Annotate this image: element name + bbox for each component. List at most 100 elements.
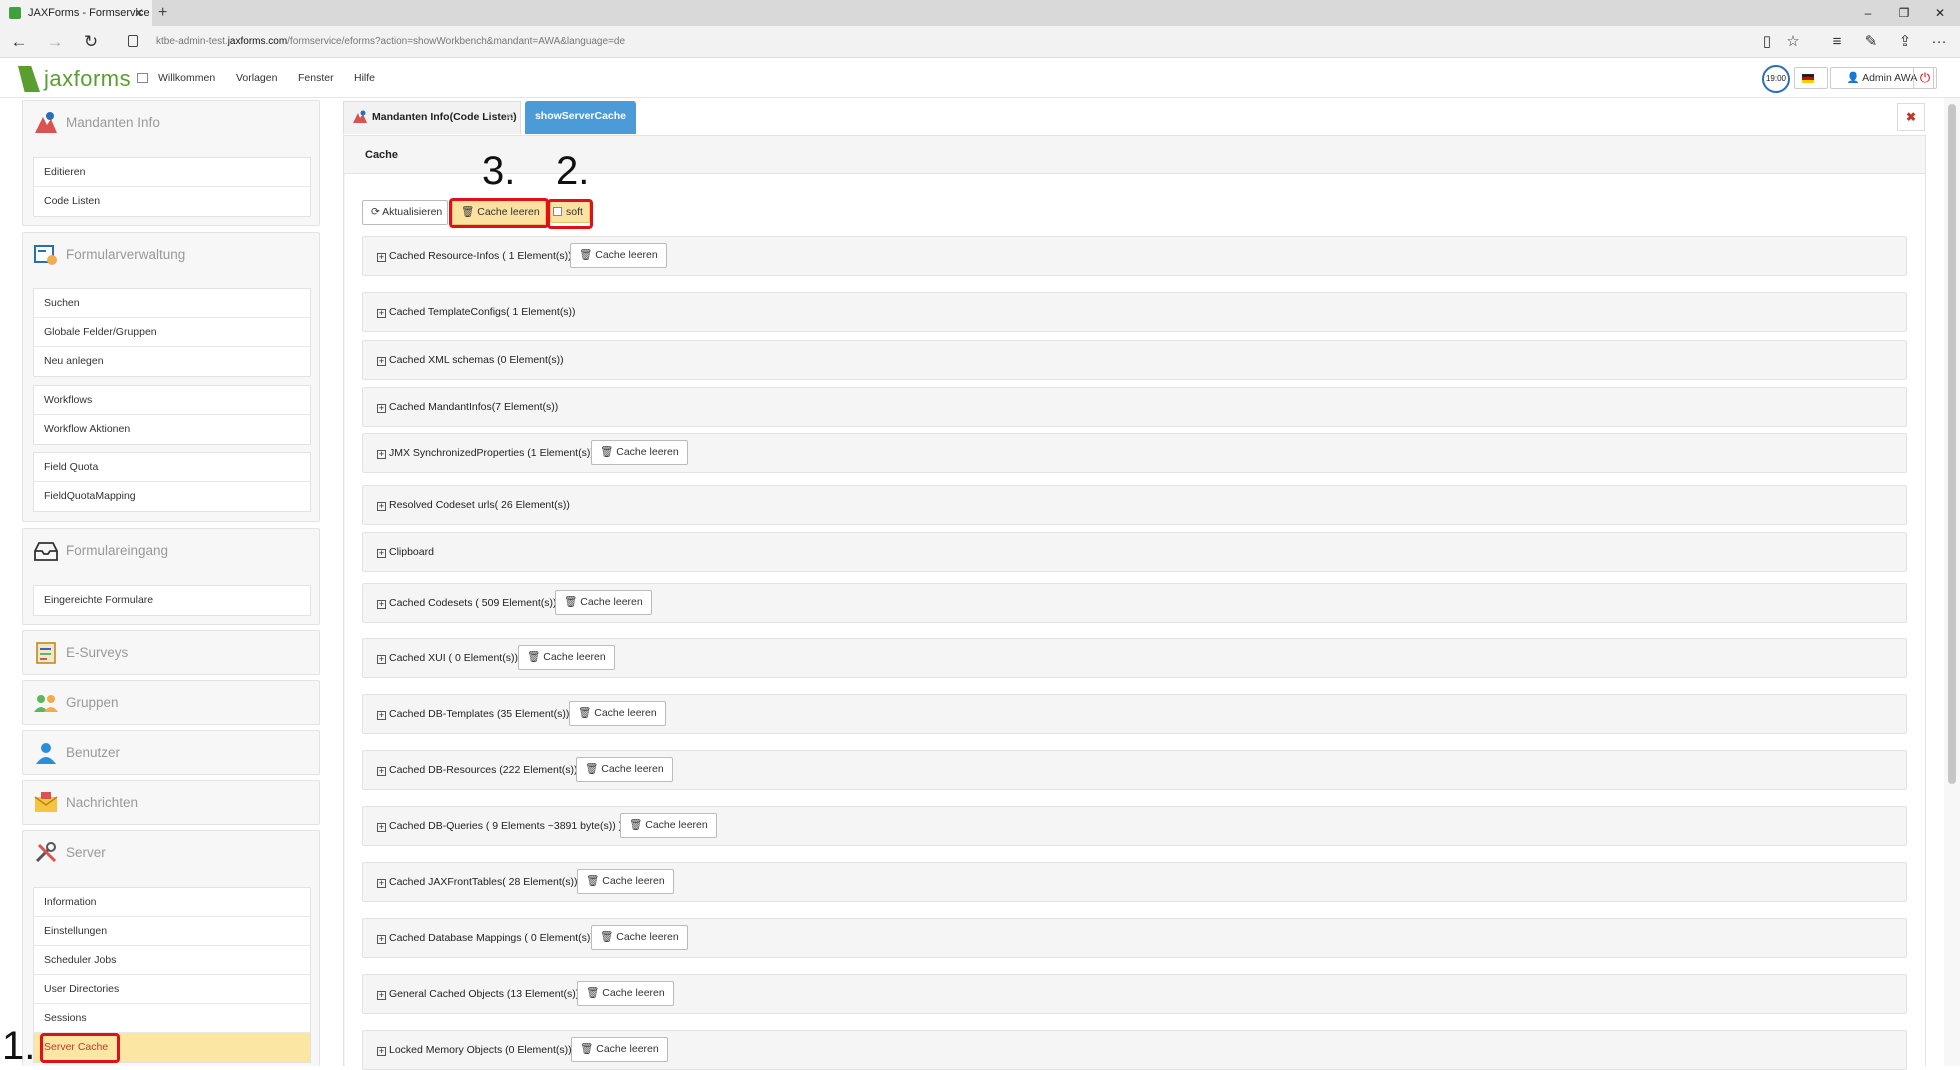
cache-row: + Locked Memory Objects (0 Element(s)) 🗑 … bbox=[362, 1030, 1907, 1070]
cache-row-label[interactable]: + Cached XUI ( 0 Element(s)) bbox=[377, 639, 518, 677]
panel-gruppen[interactable]: Gruppen bbox=[22, 680, 320, 725]
cache-row-label[interactable]: + Cached DB-Resources (222 Element(s)) bbox=[377, 751, 578, 789]
more-icon[interactable]: ··· bbox=[1924, 26, 1954, 58]
cache-row-text: Cached MandantInfos(7 Element(s)) bbox=[389, 401, 559, 413]
cache-row-label[interactable]: + JMX SynchronizedProperties (1 Element(s… bbox=[377, 434, 594, 472]
panel-header[interactable]: Gruppen bbox=[23, 681, 319, 725]
panel-benutzer[interactable]: Benutzer bbox=[22, 730, 320, 775]
cache-row-label[interactable]: + Cached Codesets ( 509 Element(s)) bbox=[377, 584, 557, 622]
sidebar-item-workflows[interactable]: Workflows bbox=[34, 386, 310, 415]
form-admin-icon bbox=[34, 245, 57, 265]
session-timer: 19:00 bbox=[1762, 65, 1790, 93]
highlight-soft bbox=[547, 199, 593, 229]
row-clear-cache-button[interactable]: 🗑 Cache leeren bbox=[620, 813, 717, 838]
cache-row-label[interactable]: + Cached Resource-Infos ( 1 Element(s)) bbox=[377, 237, 572, 275]
cache-row-label[interactable]: + Clipboard bbox=[377, 533, 434, 571]
cache-row-label[interactable]: + Cached DB-Queries ( 9 Elements ~3891 by… bbox=[377, 807, 622, 845]
sidebar-item-code-listen[interactable]: Code Listen bbox=[34, 187, 310, 216]
page-scrollbar[interactable] bbox=[1944, 98, 1960, 1066]
sidebar-item-scheduler-jobs[interactable]: Scheduler Jobs bbox=[34, 946, 310, 975]
sidebar-item-user-directories[interactable]: User Directories bbox=[34, 975, 310, 1004]
row-clear-label: Cache leeren bbox=[594, 707, 657, 719]
cache-row-label[interactable]: + Cached XML schemas (0 Element(s)) bbox=[377, 341, 564, 379]
panel-e-surveys[interactable]: E-Surveys bbox=[22, 630, 320, 675]
share-icon[interactable]: ⇪ bbox=[1890, 26, 1920, 58]
row-clear-cache-button[interactable]: 🗑 Cache leeren bbox=[555, 590, 652, 615]
language-button[interactable] bbox=[1794, 67, 1828, 89]
row-clear-cache-button[interactable]: 🗑 Cache leeren bbox=[577, 869, 674, 894]
close-window-icon[interactable]: ✕ bbox=[1920, 0, 1960, 26]
sidebar-item-eingereichte-formulare[interactable]: Eingereichte Formulare bbox=[34, 586, 310, 615]
browser-tab[interactable]: JAXForms - Formservice ✕ bbox=[0, 0, 152, 26]
restore-icon[interactable]: ❐ bbox=[1884, 0, 1924, 26]
row-clear-cache-button[interactable]: 🗑 Cache leeren bbox=[576, 757, 673, 782]
minimize-icon[interactable]: – bbox=[1848, 0, 1888, 26]
new-tab-icon[interactable]: + bbox=[158, 0, 167, 26]
reload-icon[interactable]: ↻ bbox=[76, 26, 106, 58]
browser-tab-title: JAXForms - Formservice bbox=[28, 7, 150, 19]
sidebar-item-information[interactable]: Information bbox=[34, 888, 310, 917]
card-title: Cache bbox=[365, 149, 399, 161]
hub-icon[interactable]: ≡ bbox=[1822, 26, 1852, 58]
refresh-button[interactable]: ⟳ Aktualisieren bbox=[362, 200, 448, 225]
cache-row-label[interactable]: + Cached MandantInfos(7 Element(s)) bbox=[377, 388, 558, 426]
back-icon[interactable]: ← bbox=[4, 26, 34, 58]
panel-header[interactable]: Nachrichten bbox=[23, 781, 319, 825]
sidebar-item-neu-anlegen[interactable]: Neu anlegen bbox=[34, 347, 310, 376]
expand-plus-icon: + bbox=[377, 356, 386, 366]
panel-header[interactable]: E-Surveys bbox=[23, 631, 319, 675]
cache-row-text: Cached Database Mappings ( 0 Element(s)) bbox=[389, 932, 594, 944]
sidebar-item-einstellungen[interactable]: Einstellungen bbox=[34, 917, 310, 946]
panel-nachrichten[interactable]: Nachrichten bbox=[22, 780, 320, 825]
tab-mandanten-info[interactable]: Mandanten Info(Code Listen) ✕ bbox=[343, 101, 521, 134]
row-clear-cache-button[interactable]: 🗑 Cache leeren bbox=[571, 1037, 668, 1062]
cache-row-label[interactable]: + Cached Database Mappings ( 0 Element(s)… bbox=[377, 919, 594, 957]
cache-row: + Cached MandantInfos(7 Element(s)) bbox=[362, 387, 1907, 427]
sidebar-toggle-icon[interactable] bbox=[137, 73, 148, 83]
highlight-server-cache bbox=[40, 1033, 120, 1063]
close-tab-icon[interactable]: ✕ bbox=[505, 102, 514, 132]
menu-willkommen[interactable]: Willkommen bbox=[158, 58, 215, 98]
cache-row: + Cached Resource-Infos ( 1 Element(s)) 🗑… bbox=[362, 236, 1907, 276]
sidebar-item-field-quota[interactable]: Field Quota bbox=[34, 453, 310, 482]
scrollbar-thumb[interactable] bbox=[1948, 104, 1956, 784]
cache-row-label[interactable]: + Cached TemplateConfigs( 1 Element(s)) bbox=[377, 293, 576, 331]
menu-fenster[interactable]: Fenster bbox=[298, 58, 334, 98]
tab-show-server-cache[interactable]: showServerCache bbox=[525, 101, 636, 134]
user-icon bbox=[36, 743, 56, 764]
panel-title: Formularverwaltung bbox=[66, 247, 186, 262]
sidebar-item-sessions[interactable]: Sessions bbox=[34, 1004, 310, 1033]
cache-row-label[interactable]: + Cached DB-Templates (35 Element(s)) bbox=[377, 695, 569, 733]
cache-row-label[interactable]: + Locked Memory Objects (0 Element(s)) bbox=[377, 1031, 572, 1069]
row-clear-cache-button[interactable]: 🗑 Cache leeren bbox=[577, 981, 674, 1006]
sidebar-item-editieren[interactable]: Editieren bbox=[34, 158, 310, 187]
cache-row: + Cached TemplateConfigs( 1 Element(s)) bbox=[362, 292, 1907, 332]
cache-row-label[interactable]: + Resolved Codeset urls( 26 Element(s)) bbox=[377, 486, 570, 524]
row-clear-cache-button[interactable]: 🗑 Cache leeren bbox=[518, 645, 615, 670]
sidebar-item-suchen[interactable]: Suchen bbox=[34, 289, 310, 318]
sidebar-item-field-quota-mapping[interactable]: FieldQuotaMapping bbox=[34, 482, 310, 511]
close-tab-icon[interactable]: ✕ bbox=[134, 0, 144, 26]
panel-header[interactable]: Formulareingang bbox=[23, 529, 319, 573]
close-all-tabs-icon[interactable]: ✖ bbox=[1897, 103, 1925, 131]
forward-icon[interactable]: → bbox=[40, 26, 70, 58]
web-note-icon[interactable]: ✎ bbox=[1856, 26, 1886, 58]
favorite-star-icon[interactable]: ☆ bbox=[1778, 26, 1808, 58]
panel-header[interactable]: Formularverwaltung bbox=[23, 233, 319, 277]
expand-plus-icon: + bbox=[377, 403, 386, 413]
panel-header[interactable]: Server bbox=[23, 831, 319, 875]
sidebar-item-workflow-aktionen[interactable]: Workflow Aktionen bbox=[34, 415, 310, 444]
row-clear-cache-button[interactable]: 🗑 Cache leeren bbox=[591, 440, 688, 465]
row-clear-cache-button[interactable]: 🗑 Cache leeren bbox=[569, 701, 666, 726]
sidebar-item-globale-felder[interactable]: Globale Felder/Gruppen bbox=[34, 318, 310, 347]
panel-header[interactable]: Benutzer bbox=[23, 731, 319, 775]
row-clear-cache-button[interactable]: 🗑 Cache leeren bbox=[570, 243, 667, 268]
cache-row-label[interactable]: + Cached JAXFrontTables( 28 Element(s)) bbox=[377, 863, 578, 901]
menu-vorlagen[interactable]: Vorlagen bbox=[236, 58, 277, 98]
cache-row-label[interactable]: + General Cached Objects (13 Element(s)) bbox=[377, 975, 579, 1013]
logout-power-icon[interactable]: ⏻ bbox=[1913, 67, 1937, 89]
menu-hilfe[interactable]: Hilfe bbox=[354, 58, 375, 98]
row-clear-cache-button[interactable]: 🗑 Cache leeren bbox=[591, 925, 688, 950]
url-field[interactable]: ktbe-admin-test.jaxforms.com/formservice… bbox=[156, 26, 625, 58]
panel-header[interactable]: Mandanten Info bbox=[23, 101, 319, 145]
